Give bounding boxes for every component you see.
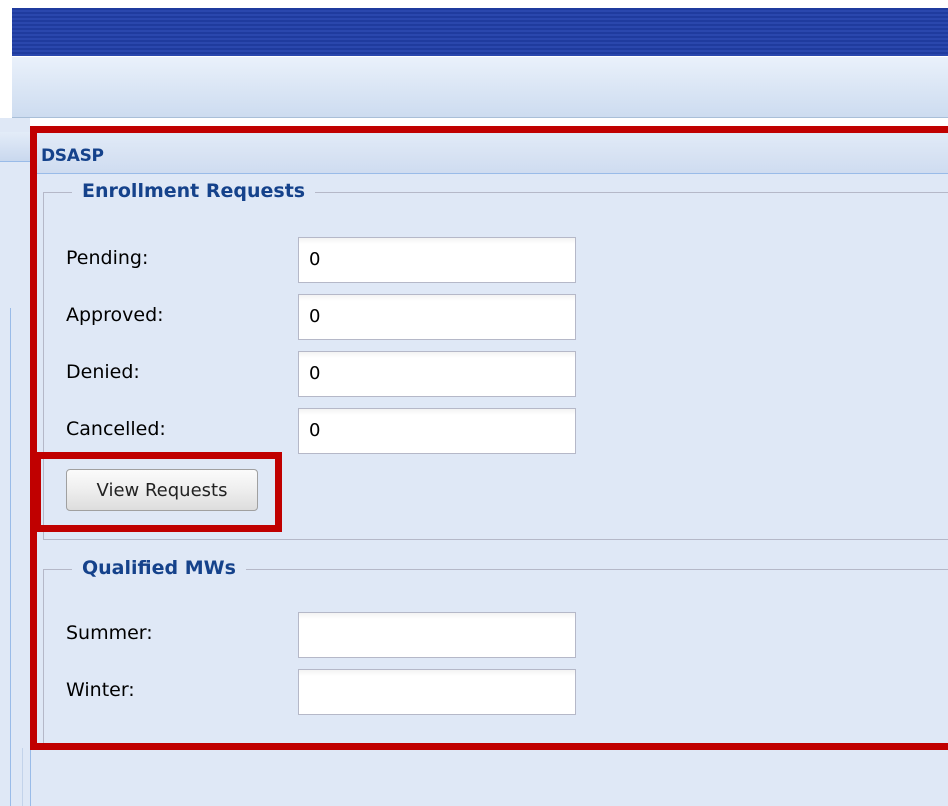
panel-title: DSASP [41,146,104,166]
summer-row: Summer: [66,612,586,658]
enrollment-requests-legend: Enrollment Requests [72,179,316,203]
pending-label: Pending: [66,247,149,269]
dsasp-panel: DSASP Enrollment Requests Pending: 0 App… [30,126,948,806]
panel-header: DSASP [31,134,948,174]
approved-row: Approved: 0 [66,294,586,340]
app-title-bar [12,8,948,56]
side-panel-header[interactable] [0,132,30,162]
view-requests-button[interactable]: View Requests [66,469,258,511]
qualified-mws-legend: Qualified MWs [72,556,246,580]
pending-row: Pending: 0 [66,237,586,283]
winter-field[interactable] [298,669,576,715]
toolbar [12,56,948,118]
pending-field[interactable]: 0 [298,237,576,283]
winter-label: Winter: [66,679,135,701]
qualified-mws-group: Qualified MWs Summer: Winter: [43,556,948,747]
summer-label: Summer: [66,622,153,644]
denied-field[interactable]: 0 [298,351,576,397]
collapsed-side-panel [0,118,30,806]
summer-field[interactable] [298,612,576,658]
side-panel-divider [22,748,23,806]
denied-label: Denied: [66,361,140,383]
cancelled-field[interactable]: 0 [298,408,576,454]
denied-row: Denied: 0 [66,351,586,397]
enrollment-requests-group: Enrollment Requests Pending: 0 Approved:… [43,179,948,540]
winter-row: Winter: [66,669,586,715]
cancelled-row: Cancelled: 0 [66,408,586,454]
side-panel-divider [10,308,11,806]
approved-label: Approved: [66,304,164,326]
cancelled-label: Cancelled: [66,418,166,440]
approved-field[interactable]: 0 [298,294,576,340]
